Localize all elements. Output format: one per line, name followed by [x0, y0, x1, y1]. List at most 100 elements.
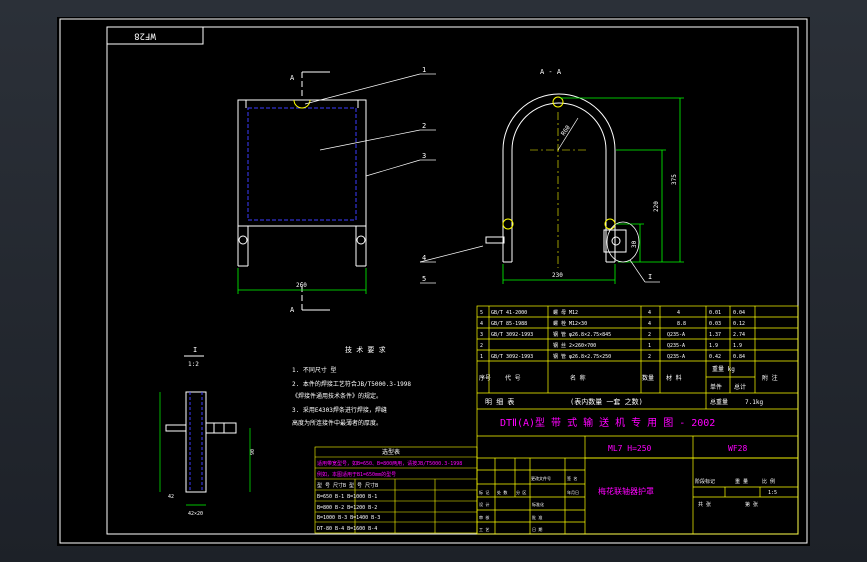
part-name: 钢 管 φ26.8×2.75×845 — [553, 331, 611, 338]
detail-title: I — [193, 346, 197, 354]
part-code: GB/T 85-1988 — [491, 321, 527, 327]
dim-front-width: 260 — [296, 282, 307, 289]
part-no: 3 — [480, 332, 483, 338]
role-label: 设 计 — [479, 501, 489, 507]
part-no-3: 3 — [422, 152, 426, 160]
sign-label: 签 名 — [567, 475, 577, 481]
role-label: 标准化 — [532, 501, 544, 507]
sel-row-1: 例如，本图适用于B1=650mm的型号 — [317, 471, 396, 478]
drawing-canvas[interactable]: WF28 A A 260 1 2 3 4 5 A - A R60 230 375… — [0, 0, 867, 562]
part-name: 螺 栓 M12×30 — [553, 320, 587, 327]
sign-label: 更改文件号 — [531, 475, 551, 481]
stage-label: 阶段标记 — [695, 478, 715, 485]
tech-req-2: 2. 本件的焊接工艺符合JB/T5000.3-1998 — [292, 380, 411, 388]
part-total: 0.84 — [733, 354, 745, 360]
sel-row-3: B=650 B-1 B=1000 B-1 — [317, 494, 377, 500]
part-unit: 1.37 — [709, 332, 721, 338]
part-material: Q235-A — [667, 343, 685, 349]
sel-title: 选型表 — [382, 448, 400, 456]
tech-req-4: 3. 采用E4303焊条进行焊接，焊缝 — [292, 406, 387, 414]
part-name: 螺 母 M12 — [553, 309, 578, 316]
part-code: GB/T 3092-1993 — [491, 354, 533, 360]
part-code: GB/T 41-2000 — [491, 310, 527, 316]
cad-viewport[interactable]: WF28 A A 260 1 2 3 4 5 A - A R60 230 375… — [0, 0, 867, 562]
part-no-1: 1 — [422, 66, 426, 74]
part-qty: 2 — [648, 354, 651, 360]
hdr-code: 代 号 — [505, 374, 521, 382]
part-unit: 0.42 — [709, 354, 721, 360]
scale-label: 比 例 — [762, 478, 775, 485]
sel-row-2: 型 号 尺寸B 型 号 尺寸B — [317, 482, 378, 489]
part-name: 钢 丝 2×260×700 — [553, 342, 596, 349]
detail-dim-length: 90 — [250, 449, 256, 455]
part-code: GB/T 3092-1993 — [491, 332, 533, 338]
part-no: 5 — [480, 310, 483, 316]
part-qty: 4 — [648, 310, 651, 316]
tech-req-5: 高度为所连接件中最薄者的厚度。 — [292, 419, 382, 427]
part-total: 0.12 — [733, 321, 745, 327]
part-material: Q235-A — [667, 332, 685, 338]
part-no: 2 — [480, 343, 483, 349]
tech-req-title: 技 术 要 求 — [345, 345, 386, 354]
part-unit: 0.01 — [709, 310, 721, 316]
sel-row-4: B=800 B-2 B=1200 B-2 — [317, 505, 377, 511]
hdr-weight: 重量 kg — [712, 365, 735, 373]
part-total: 1.9 — [733, 343, 742, 349]
total-weight-label: 总重量 — [710, 398, 728, 406]
part-material: 4 — [677, 310, 680, 316]
weight-label: 重 量 — [735, 478, 748, 485]
part-material: Q235-A — [667, 354, 685, 360]
part-total: 2.74 — [733, 332, 745, 338]
detail-scale: 1:2 — [188, 361, 199, 368]
part-total: 0.04 — [733, 310, 745, 316]
total-weight: 7.1kg — [745, 399, 763, 406]
hdr-material: 材 料 — [666, 374, 682, 382]
part-no: 4 — [480, 321, 483, 327]
stock-label: 明 细 表 — [485, 397, 514, 406]
part-no-2: 2 — [422, 122, 426, 130]
tech-req-1: 1. 不同尺寸 型 — [292, 366, 336, 374]
detail-dim-bolt: 42 — [168, 494, 174, 500]
hdr-remark: 附 注 — [762, 374, 778, 382]
hdr-qty: 数量 — [642, 374, 654, 382]
drawing-stamp: WF28 — [134, 31, 156, 41]
sheet-label-2: 第 张 — [745, 501, 758, 508]
stock-note: (表内数量 一套 之数) — [570, 397, 643, 406]
sel-row-0: 适用带宽型号，如B=650、B=800两用，请按JB/T5000.3-1998 — [317, 460, 462, 467]
dim-inner-height: 220 — [653, 201, 660, 212]
dim-overall-height: 375 — [671, 174, 678, 185]
hdr-unit: 单件 — [710, 383, 722, 391]
model-code: ML7 H=250 — [608, 444, 652, 453]
part-unit: 0.03 — [709, 321, 721, 327]
sign-label: 年月日 — [567, 489, 579, 495]
sel-row-5: B=1000 B-3 B=1400 B-3 — [317, 515, 380, 521]
hdr-total: 总计 — [734, 383, 746, 391]
role-label: 工 艺 — [479, 527, 489, 532]
tech-req-3: 《焊接件通用技术条件》的规定。 — [292, 392, 382, 400]
part-material: 8.8 — [677, 321, 686, 327]
main-title: DTⅡ(A)型 带 式 输 送 机 专 用 图 - 2002 — [500, 416, 715, 429]
part-no: 1 — [480, 354, 483, 360]
section-title: A - A — [540, 68, 562, 76]
part-name-title: 梅花联轴器护罩 — [598, 486, 654, 496]
scale-value: 1:5 — [768, 490, 777, 496]
role-label: 审 核 — [479, 514, 489, 520]
sel-row-6: DT-80 B-4 B=1600 B-4 — [317, 526, 377, 532]
part-qty: 2 — [648, 332, 651, 338]
part-no-4: 4 — [422, 254, 426, 262]
detail-dim-total: 42×20 — [188, 511, 203, 517]
part-unit: 1.9 — [709, 343, 718, 349]
detail-callout-label: I — [648, 273, 652, 281]
part-no-5: 5 — [422, 275, 426, 283]
sheet-label: 共 张 — [698, 501, 711, 508]
sign-label: 分 区 — [516, 489, 526, 495]
part-qty: 1 — [648, 343, 651, 349]
drawing-no: WF28 — [728, 444, 747, 453]
role-label: 批 准 — [532, 514, 542, 520]
part-qty: 4 — [648, 321, 651, 327]
sign-label: 处 数 — [497, 489, 507, 495]
sign-label: 标 记 — [479, 489, 489, 495]
dim-base-width: 230 — [552, 272, 563, 279]
date-label: 日 期 — [532, 526, 542, 532]
hdr-name: 名 称 — [570, 374, 586, 382]
